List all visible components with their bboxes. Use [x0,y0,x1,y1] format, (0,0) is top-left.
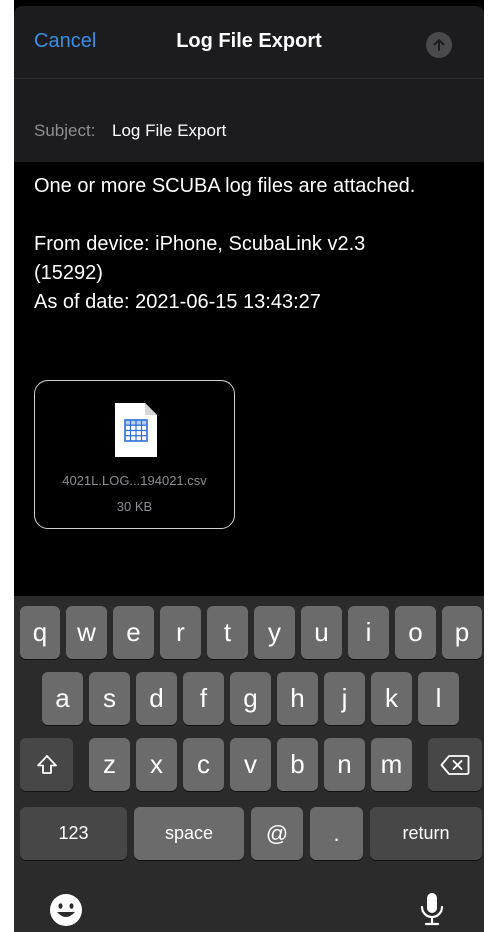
return-key[interactable]: return [370,807,482,860]
key-c[interactable]: c [183,738,224,791]
key-b[interactable]: b [277,738,318,791]
delete-icon [440,754,470,775]
key-e[interactable]: e [113,606,154,659]
key-u[interactable]: u [301,606,342,659]
body-line: One or more SCUBA log files are attached… [34,175,416,197]
body-line: (15292) [34,262,103,284]
emoji-button[interactable] [48,892,84,928]
send-button[interactable] [426,32,452,58]
subject-input[interactable]: Log File Export [112,121,226,141]
key-w[interactable]: w [66,606,107,659]
key-x[interactable]: x [136,738,177,791]
attachment-filename: 4021L.LOG...194021.csv [62,473,207,488]
body-line: As of date: 2021-06-15 13:43:27 [34,291,321,313]
key-l[interactable]: l [418,672,459,725]
emoji-icon [50,894,82,926]
key-i[interactable]: i [348,606,389,659]
mail-compose-screen: Cancel Log File Export Subject: Log File… [14,0,484,932]
key-j[interactable]: j [324,672,365,725]
key-f[interactable]: f [183,672,224,725]
key-d[interactable]: d [136,672,177,725]
dictation-button[interactable] [418,890,446,928]
attachment-size: 30 KB [116,499,153,514]
key-n[interactable]: n [324,738,365,791]
key-h[interactable]: h [277,672,318,725]
at-key[interactable]: @ [251,807,303,860]
key-z[interactable]: z [89,738,130,791]
key-y[interactable]: y [254,606,295,659]
key-q[interactable]: q [20,606,60,659]
microphone-icon [420,893,444,926]
key-t[interactable]: t [207,606,248,659]
key-o[interactable]: o [395,606,436,659]
space-key[interactable]: space [134,807,244,860]
shift-key[interactable] [20,738,73,791]
attachment-card[interactable]: 4021L.LOG...194021.csv 30 KB [34,380,235,529]
shift-icon [36,754,57,774]
cancel-button[interactable]: Cancel [34,30,96,53]
arrow-up-icon [433,39,445,51]
key-a[interactable]: a [42,672,83,725]
key-v[interactable]: v [230,738,271,791]
numbers-key[interactable]: 123 [20,807,127,860]
delete-key[interactable] [428,738,482,791]
message-body[interactable]: One or more SCUBA log files are attached… [34,172,474,317]
subject-field[interactable]: Subject: Log File Export [14,79,484,162]
key-r[interactable]: r [160,606,201,659]
spreadsheet-file-icon [115,403,157,457]
period-key[interactable]: . [310,807,363,860]
key-p[interactable]: p [442,606,482,659]
key-m[interactable]: m [371,738,412,791]
key-g[interactable]: g [230,672,271,725]
subject-label: Subject: [34,121,96,140]
keyboard: q w e r t y u i o p a s d f g h j k l z … [14,596,484,932]
key-k[interactable]: k [371,672,412,725]
navigation-bar: Cancel Log File Export [14,6,484,78]
key-s[interactable]: s [89,672,130,725]
body-line: From device: iPhone, ScubaLink v2.3 [34,233,366,255]
